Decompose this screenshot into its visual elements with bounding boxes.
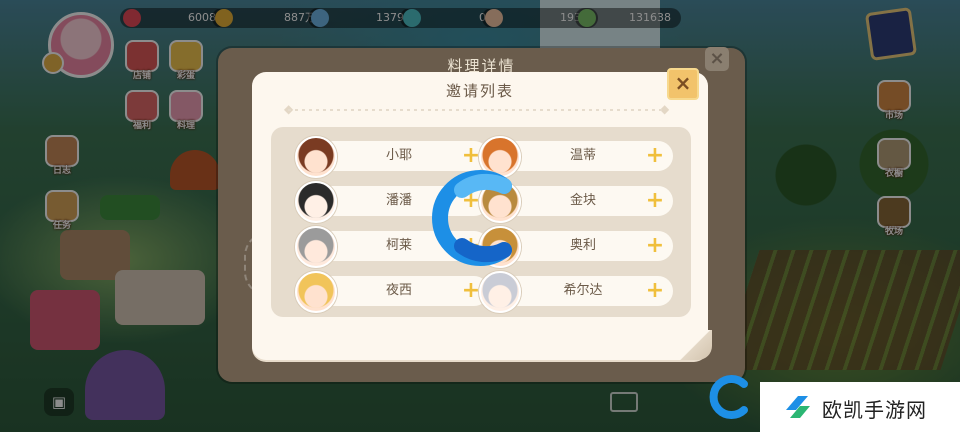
friend-name: 奥利 (569, 238, 596, 253)
friend-avatar (479, 271, 521, 313)
invite-add-button[interactable]: + (645, 235, 665, 257)
friend-name: 金块 (569, 193, 596, 208)
title-divider (288, 109, 666, 111)
invite-add-button[interactable]: + (645, 145, 665, 167)
friend-name: 夜西 (385, 283, 412, 298)
friend-avatar (295, 136, 337, 178)
friend-row[interactable]: 小耶 + (295, 136, 489, 178)
dialog-close-button[interactable]: × (667, 68, 699, 100)
page-curl-decoration (680, 330, 712, 360)
invite-add-button[interactable]: + (645, 280, 665, 302)
friend-avatar (295, 271, 337, 313)
friend-row[interactable]: 希尔达 + (479, 271, 673, 313)
friend-row[interactable]: 温蒂 + (479, 136, 673, 178)
loading-spinner-icon (432, 170, 512, 266)
watermark-logo-icon (786, 396, 810, 418)
friend-avatar (295, 181, 337, 223)
friend-name: 希尔达 (563, 283, 603, 298)
friend-name: 小耶 (385, 148, 412, 163)
friend-avatar (295, 226, 337, 268)
friend-row[interactable]: 夜西 + (295, 271, 489, 313)
watermark-text: 欧凯手游网 (822, 398, 927, 422)
invite-add-button[interactable]: + (461, 280, 481, 302)
invite-add-button[interactable]: + (461, 145, 481, 167)
watermark-c-icon (709, 375, 748, 419)
friend-name: 温蒂 (569, 148, 596, 163)
recipe-detail-close-button[interactable]: × (705, 47, 729, 71)
dialog-title: 邀请列表 (445, 82, 514, 100)
invite-add-button[interactable]: + (645, 190, 665, 212)
